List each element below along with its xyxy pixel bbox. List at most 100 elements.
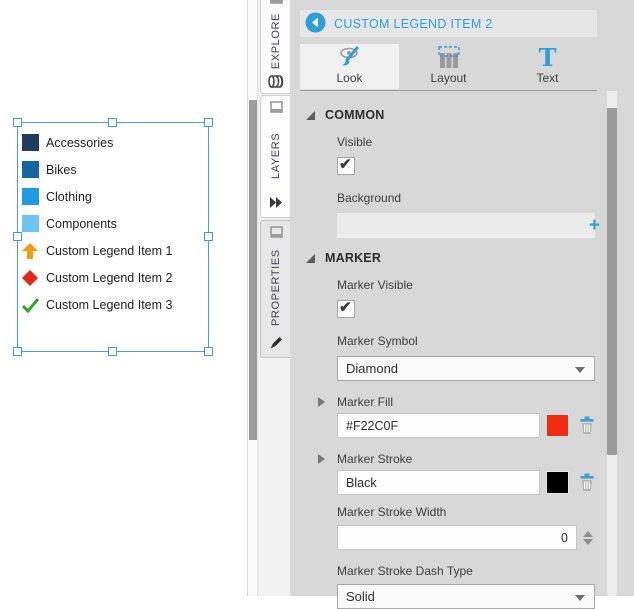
marker-stroke-dash-value: Solid [346,589,375,604]
expander-right-icon[interactable] [318,454,325,464]
side-tab-explore-label: EXPLORE [270,7,282,75]
layout-icon [438,46,460,70]
legend-item-label: Clothing [46,190,92,204]
section-common[interactable]: COMMON [306,107,607,123]
background-input[interactable] [337,213,595,238]
square-marker-icon [22,215,39,232]
look-icon [336,46,364,70]
tab-layout[interactable]: Layout [399,44,498,89]
legend-item: Custom Legend Item 2 [21,264,206,291]
layers-icon [269,196,283,212]
marker-fill-field-row [337,413,607,438]
trash-icon[interactable] [579,416,595,435]
background-field-row: + [337,213,607,238]
marker-fill-input[interactable] [337,413,540,438]
visible-checkbox[interactable]: ✔ [337,157,355,175]
marker-stroke-dash-dropdown[interactable]: Solid [337,584,595,609]
canvas-scrollbar[interactable] [247,0,257,596]
side-tab-properties[interactable]: PROPERTIES [260,220,291,358]
square-marker-icon [22,134,39,151]
section-marker-title: MARKER [325,251,381,265]
marker-fill-row[interactable]: Marker Fill [318,395,607,409]
marker-stroke-width-label: Marker Stroke Width [337,505,607,519]
panel-scrollbar[interactable] [607,91,617,596]
panel-tabs: Look Layout T Text [300,44,597,89]
marker-stroke-dash-row: Solid [337,584,607,609]
resize-handle-top-left[interactable] [13,118,22,127]
properties-panel: CUSTOM LEGEND ITEM 2 Look [290,0,634,596]
add-background-icon[interactable]: + [589,214,600,237]
panel-title: CUSTOM LEGEND ITEM 2 [334,17,493,31]
marker-stroke-label: Marker Stroke [337,452,412,466]
side-tab-layers-label: LAYERS [270,116,282,196]
marker-stroke-input[interactable] [337,470,540,495]
square-marker-icon [22,161,39,178]
spin-down-icon[interactable] [583,539,593,545]
marker-fill-swatch[interactable] [546,414,569,437]
canvas-scrollbar-thumb[interactable] [249,100,257,440]
legend-item-label: Accessories [46,136,113,150]
marker-fill-label: Marker Fill [337,395,393,409]
panel-square-icon [270,101,283,116]
side-tab-explore[interactable]: EXPLORE [260,0,291,94]
marker-stroke-swatch[interactable] [546,471,569,494]
legend-item: Bikes [21,156,206,183]
collapse-triangle-icon [306,111,315,120]
marker-visible-checkbox[interactable]: ✔ [337,300,355,318]
tab-text[interactable]: T Text [498,44,597,89]
tab-look-label: Look [336,71,362,85]
side-tab-properties-label: PROPERTIES [270,241,282,335]
panel-scrollbar-thumb[interactable] [607,108,617,455]
tab-look[interactable]: Look [300,44,399,89]
legend-widget[interactable]: Accessories Bikes Clothing Components Custom… [17,122,209,352]
resize-handle-bottom-right[interactable] [204,347,213,356]
checkmark-icon: ✔ [339,298,352,316]
resize-handle-middle-right[interactable] [204,232,213,241]
legend-item-label: Components [46,217,117,231]
trash-icon[interactable] [579,473,595,492]
pencil-icon [269,335,283,352]
tab-text-label: Text [536,71,558,85]
resize-handle-top-center[interactable] [108,118,117,127]
resize-handle-middle-left[interactable] [13,232,22,241]
legend-item: Accessories [21,129,206,156]
background-label: Background [337,191,607,205]
panel-square-icon [270,226,283,241]
marker-symbol-value: Diamond [346,361,398,376]
marker-stroke-dash-label: Marker Stroke Dash Type [337,564,607,578]
marker-stroke-width-row [337,525,607,550]
section-common-title: COMMON [325,108,385,122]
section-marker[interactable]: MARKER [306,250,607,266]
database-icon [268,75,284,91]
stepper-buttons[interactable] [581,525,595,550]
side-tabstrip: EXPLORE LAYERS PROPERTIES [257,0,290,596]
resize-handle-bottom-center[interactable] [108,347,117,356]
chevron-down-icon [575,367,585,373]
legend-item: Components [21,210,206,237]
design-canvas[interactable]: Accessories Bikes Clothing Components Custom… [0,0,247,596]
panel-square-icon [270,0,283,7]
checkmark-icon: ✔ [339,155,352,173]
diamond-marker-icon [21,269,39,287]
text-icon: T [539,46,557,70]
panel-content: COMMON Visible ✔ Background + MARKER Mar… [290,91,607,609]
legend-item: Custom Legend Item 1 [21,237,206,264]
collapse-triangle-icon [306,254,315,263]
resize-handle-top-right[interactable] [204,118,213,127]
back-icon[interactable] [305,12,326,36]
resize-handle-bottom-left[interactable] [13,347,22,356]
marker-stroke-row[interactable]: Marker Stroke [318,452,607,466]
spin-up-icon[interactable] [583,531,593,537]
legend-item-label: Custom Legend Item 1 [46,244,172,258]
marker-symbol-label: Marker Symbol [337,334,607,348]
expander-right-icon[interactable] [318,397,325,407]
arrow-up-marker-icon [21,242,39,260]
tab-layout-label: Layout [430,71,466,85]
marker-symbol-dropdown[interactable]: Diamond [337,356,595,381]
side-tab-layers[interactable]: LAYERS [260,95,291,218]
breadcrumb-header[interactable]: CUSTOM LEGEND ITEM 2 [300,10,597,37]
legend-item-label: Custom Legend Item 3 [46,298,172,312]
marker-stroke-width-input[interactable] [337,525,577,550]
marker-stroke-field-row [337,470,607,495]
legend-item-label: Custom Legend Item 2 [46,271,172,285]
